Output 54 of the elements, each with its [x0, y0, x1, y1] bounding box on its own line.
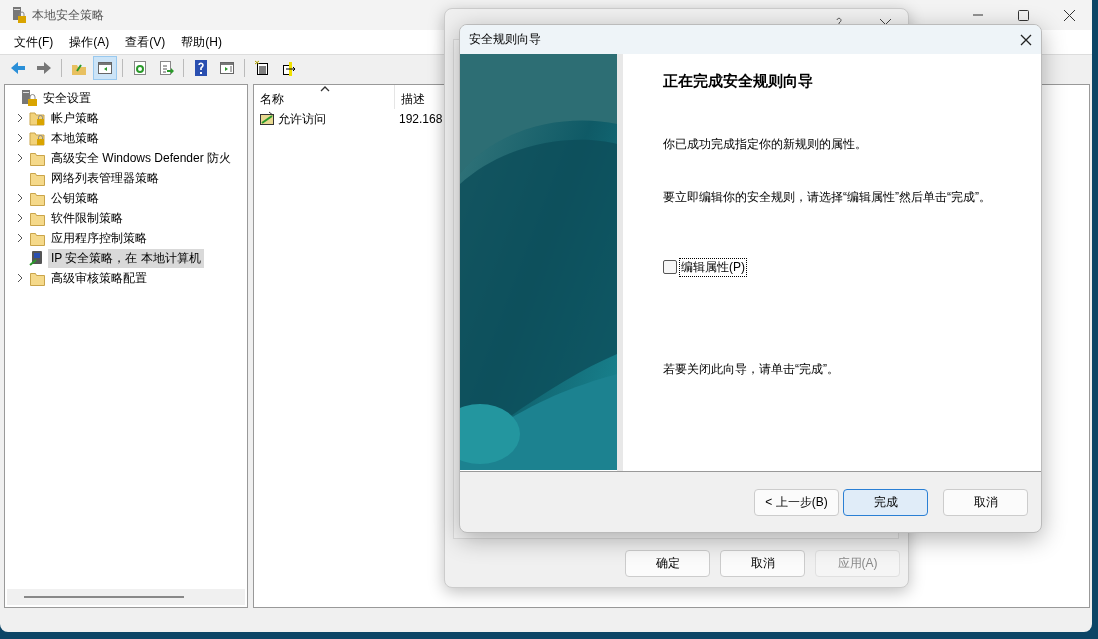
- column-header[interactable]: 名称: [254, 85, 395, 109]
- checkbox[interactable]: [663, 260, 677, 274]
- tree-item[interactable]: 高级安全 Windows Defender 防火: [48, 148, 235, 168]
- help-icon[interactable]: [835, 17, 843, 27]
- back-arrow-icon: [10, 60, 26, 76]
- dialog-button[interactable]: 确定: [625, 549, 710, 577]
- wizard-text: 若要关闭此向导，请单击“完成”。: [663, 361, 840, 378]
- menu-item[interactable]: 查看(V): [117, 33, 174, 51]
- wizard-heading: 正在完成安全规则向导: [663, 72, 814, 91]
- tree-item[interactable]: 应用程序控制策略: [48, 228, 150, 248]
- tree-item[interactable]: 帐户策略: [48, 108, 102, 128]
- dialog-button[interactable]: 取消: [720, 549, 805, 577]
- folder-icon: [29, 170, 45, 186]
- forward-arrow-icon: [36, 60, 52, 76]
- menu-item[interactable]: 文件(F): [6, 33, 62, 51]
- wizard-button[interactable]: < 上一步(B): [754, 488, 839, 516]
- menu-item[interactable]: 帮助(H): [173, 33, 230, 51]
- table-cell: 允许访问: [278, 110, 326, 128]
- wizard-button[interactable]: 取消: [943, 488, 1028, 516]
- tree-item[interactable]: 高级审核策略配置: [48, 268, 150, 288]
- server-lock-icon: [12, 7, 26, 23]
- folder-icon: [29, 230, 45, 246]
- help-icon: [193, 60, 209, 76]
- locked-folder-icon: [29, 130, 45, 146]
- tree-item[interactable]: 本地策略: [48, 128, 102, 148]
- menu-item[interactable]: 操作(A): [61, 33, 118, 51]
- server-lock-icon: [21, 90, 37, 106]
- close-icon[interactable]: [1020, 33, 1032, 46]
- tree-item[interactable]: 软件限制策略: [48, 208, 126, 228]
- table-cell: 192.168: [399, 112, 443, 126]
- checkbox-label[interactable]: 编辑属性(P): [679, 257, 747, 277]
- wizard-title: 安全规则向导: [469, 31, 542, 48]
- scrollbar[interactable]: [7, 589, 245, 605]
- tree-item[interactable]: IP 安全策略，在 本地计算机: [48, 248, 204, 268]
- tree-item[interactable]: 网络列表管理器策略: [48, 168, 162, 188]
- locked-folder-icon: [29, 110, 45, 126]
- computer-icon: [29, 250, 45, 266]
- move-icon: [280, 60, 296, 76]
- folder-icon: [29, 210, 45, 226]
- document-icon: [254, 60, 270, 76]
- refresh-icon: [132, 60, 148, 76]
- tree-item[interactable]: 安全设置: [40, 88, 94, 108]
- window-title: 本地安全策略: [32, 6, 104, 24]
- pane-icon: [219, 60, 235, 76]
- wizard-text: 你已成功完成指定你的新规则的属性。: [663, 136, 868, 153]
- pane-icon: [97, 60, 113, 76]
- export-list-icon: [158, 60, 174, 76]
- folder-icon: [29, 150, 45, 166]
- sort-caret-icon: [320, 85, 330, 92]
- wizard-button[interactable]: 完成: [843, 488, 928, 516]
- folder-icon: [29, 190, 45, 206]
- folder-icon: [29, 270, 45, 286]
- tree-item[interactable]: 公钥策略: [48, 188, 102, 208]
- wizard-text: 要立即编辑你的安全规则，请选择“编辑属性”然后单击“完成”。: [663, 189, 992, 206]
